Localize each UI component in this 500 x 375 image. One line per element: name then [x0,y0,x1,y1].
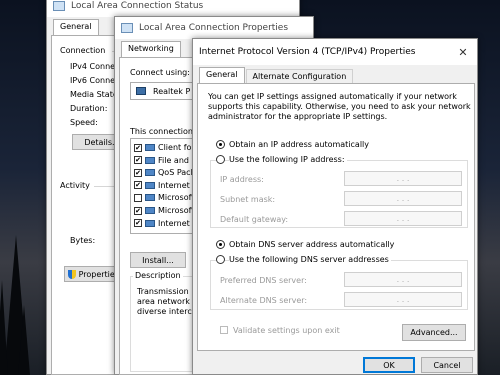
bytes-label: Bytes: [70,236,96,245]
component-icon [145,207,155,214]
connect-using-label: Connect using: [130,68,190,77]
ip-address-input[interactable]: . . . [344,171,462,186]
description-line: area network p [137,297,198,306]
component-label: QoS Pack [158,168,196,178]
ip-dots: . . . [396,295,410,304]
component-checkbox[interactable]: ✔ [134,143,142,152]
components-label: This connection u [130,127,201,136]
description-line: Transmission [137,287,189,296]
advanced-button[interactable]: Advanced... [402,324,466,341]
intro-line: You can get IP settings assigned automat… [208,92,457,101]
tab-alternate-configuration[interactable]: Alternate Configuration [245,69,354,83]
component-label: Client for [158,143,195,152]
duration-label: Duration: [70,104,108,113]
alternate-dns-input[interactable]: . . . [344,292,462,307]
component-checkbox[interactable]: ✔ [134,156,142,165]
close-icon[interactable]: ✕ [449,46,477,59]
ip-dots: . . . [396,214,410,223]
cancel-button[interactable]: Cancel [421,357,473,373]
validate-checkbox[interactable] [220,326,228,334]
tab-general[interactable]: General [53,19,99,35]
titlebar: Local Area Connection Status [47,0,299,17]
component-icon [145,219,155,227]
tab-strip: General Alternate Configuration [193,65,477,83]
adapter-name: Realtek P [153,87,191,96]
component-checkbox[interactable]: ✔ [134,206,142,215]
ip-dots: . . . [396,275,410,284]
component-icon [145,181,155,189]
validate-label[interactable]: Validate settings upon exit [233,326,340,335]
component-icon [145,169,155,177]
ip-dots: . . . [396,174,410,183]
network-icon [121,23,133,33]
properties-label: Properties [78,269,119,279]
component-checkbox[interactable]: ✔ [134,219,142,228]
tab-general[interactable]: General [199,67,245,83]
description-line: diverse interco [137,307,197,316]
alternate-dns-label: Alternate DNS server: [220,296,308,305]
tab-networking[interactable]: Networking [121,41,181,57]
default-gateway-input[interactable]: . . . [344,211,462,226]
speed-label: Speed: [70,118,98,127]
radio-auto-dns[interactable] [216,240,225,249]
component-icon [145,144,155,151]
titlebar: Local Area Connection Properties [115,17,313,39]
media-state-label: Media State: [70,90,121,99]
shield-icon [68,269,76,279]
component-label: File and P [158,155,197,165]
install-button[interactable]: Install... [130,252,186,268]
component-icon [145,156,155,164]
network-icon [53,1,65,11]
window-title: Local Area Connection Properties [139,23,289,33]
radio-auto-dns-label[interactable]: Obtain DNS server address automatically [229,240,394,249]
window-title: Internet Protocol Version 4 (TCP/IPv4) P… [199,47,416,57]
component-checkbox[interactable]: ✔ [134,181,142,190]
component-checkbox[interactable]: ✔ [134,168,142,177]
window-title: Local Area Connection Status [71,1,204,11]
radio-manual-ip[interactable] [216,155,225,164]
subnet-mask-input[interactable]: . . . [344,191,462,206]
activity-heading: Activity [60,181,90,190]
intro-line: supports this capability. Otherwise, you… [208,102,471,111]
connection-heading: Connection [60,46,106,55]
titlebar: Internet Protocol Version 4 (TCP/IPv4) P… [193,39,477,65]
component-icon [145,194,155,202]
radio-manual-dns[interactable] [216,255,225,264]
preferred-dns-label: Preferred DNS server: [220,276,307,285]
subnet-mask-label: Subnet mask: [220,195,276,204]
properties-button[interactable]: Properties [64,266,120,282]
intro-line: administrator for the appropriate IP set… [208,112,388,121]
radio-manual-ip-label[interactable]: Use the following IP address: [229,155,347,164]
radio-auto-ip-label[interactable]: Obtain an IP address automatically [229,140,369,149]
default-gateway-label: Default gateway: [220,215,289,224]
component-label: Microsoft [158,206,195,215]
ip-dots: . . . [396,194,410,203]
radio-auto-ip[interactable] [216,140,225,149]
adapter-icon [136,87,146,95]
preferred-dns-input[interactable]: . . . [344,272,462,287]
general-panel: You can get IP settings assigned automat… [197,83,475,351]
ok-button[interactable]: OK [363,357,415,373]
component-checkbox[interactable] [134,193,142,202]
component-label: Microsoft [158,193,195,203]
ipv4-properties-window: Internet Protocol Version 4 (TCP/IPv4) P… [192,38,478,375]
radio-manual-dns-label[interactable]: Use the following DNS server addresses [229,255,391,264]
ip-address-label: IP address: [220,175,264,184]
description-heading: Description [133,271,183,280]
